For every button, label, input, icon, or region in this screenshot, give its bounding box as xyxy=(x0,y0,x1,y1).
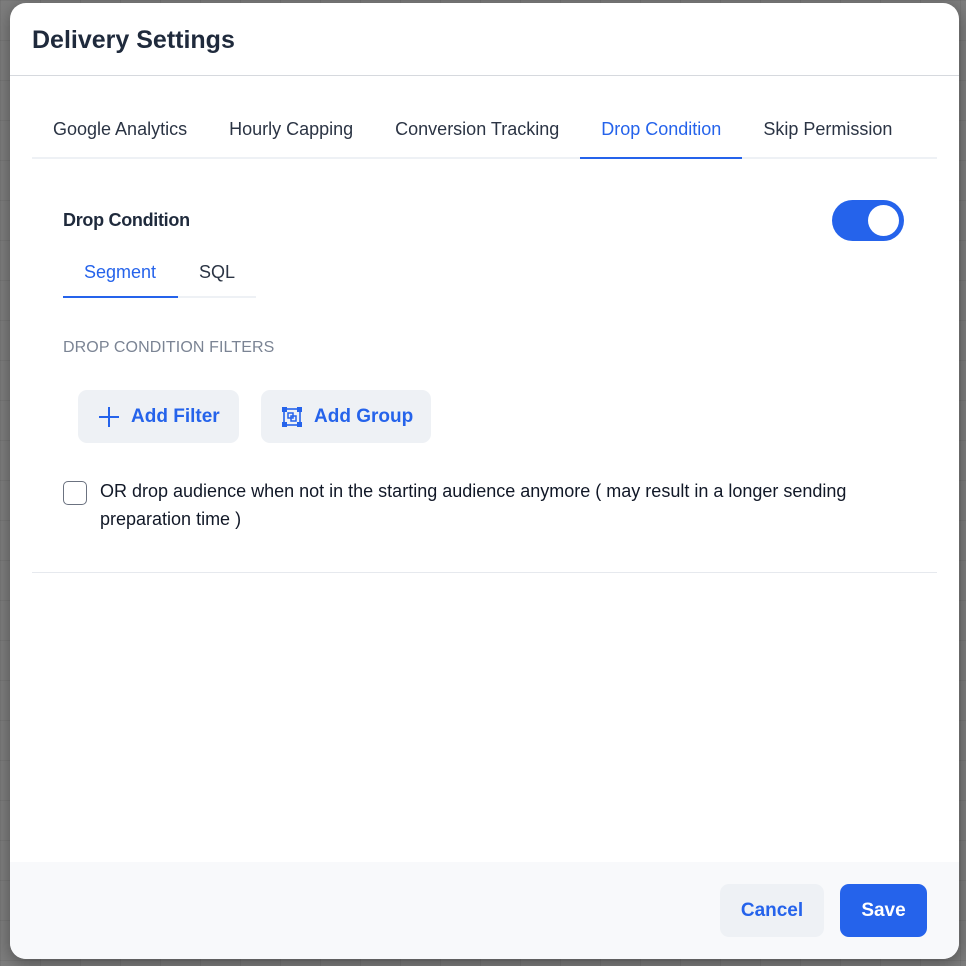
add-group-button[interactable]: Add Group xyxy=(261,390,431,443)
drop-audience-option: OR drop audience when not in the startin… xyxy=(63,480,923,533)
tab-skip-permission[interactable]: Skip Permission xyxy=(742,109,913,157)
toggle-knob xyxy=(868,205,899,236)
add-filter-label: Add Filter xyxy=(131,405,220,427)
section-divider xyxy=(32,572,937,573)
plus-icon xyxy=(98,406,120,428)
condition-type-tabs: Segment SQL xyxy=(63,250,256,298)
subtab-segment[interactable]: Segment xyxy=(63,250,178,298)
add-group-label: Add Group xyxy=(314,405,414,427)
tab-conversion-tracking[interactable]: Conversion Tracking xyxy=(374,109,580,157)
group-icon xyxy=(281,406,303,428)
modal-footer: Cancel Save xyxy=(10,862,959,959)
settings-tabs: Google Analytics Hourly Capping Conversi… xyxy=(32,109,937,159)
drop-audience-checkbox-label[interactable]: OR drop audience when not in the startin… xyxy=(100,477,923,533)
drop-audience-checkbox[interactable] xyxy=(63,481,87,505)
save-button[interactable]: Save xyxy=(840,884,927,937)
subtab-sql[interactable]: SQL xyxy=(178,250,256,296)
modal-title: Delivery Settings xyxy=(32,25,235,54)
add-filter-button[interactable]: Add Filter xyxy=(78,390,239,443)
tab-google-analytics[interactable]: Google Analytics xyxy=(32,109,208,157)
drop-condition-title: Drop Condition xyxy=(63,210,190,230)
modal-header: Delivery Settings xyxy=(10,3,959,76)
drop-condition-toggle[interactable] xyxy=(832,200,904,241)
delivery-settings-modal: Delivery Settings Google Analytics Hourl… xyxy=(10,3,959,959)
filters-section-label: DROP CONDITION FILTERS xyxy=(63,339,275,356)
cancel-button[interactable]: Cancel xyxy=(720,884,824,937)
tab-hourly-capping[interactable]: Hourly Capping xyxy=(208,109,374,157)
tab-drop-condition[interactable]: Drop Condition xyxy=(580,109,743,159)
